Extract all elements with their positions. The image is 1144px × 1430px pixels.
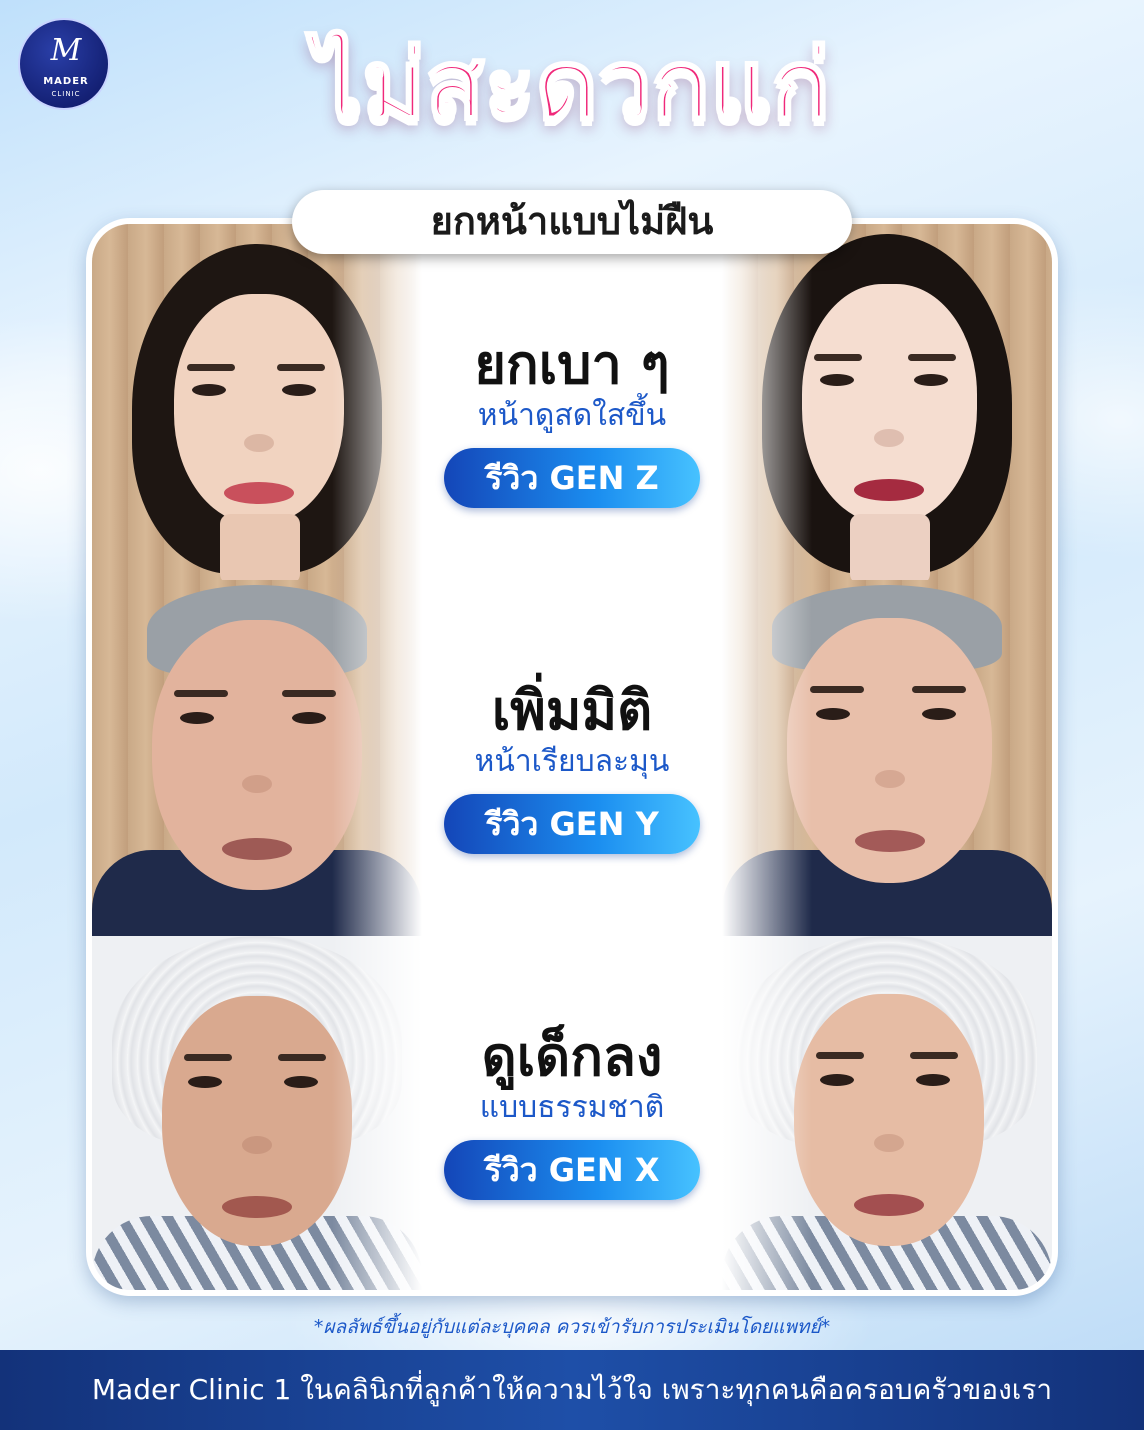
logo-name: MADER [43, 76, 89, 87]
page-subtitle: ยกหน้าแบบไม่ฝืน [292, 190, 852, 254]
review-headline: ดูเด็กลง [481, 1025, 663, 1088]
review-headline: ยกเบา ๆ [474, 333, 670, 396]
review-block-gen-y: เพิ่มมิติ หน้าเรียบละมุน รีวิว GEN Y [422, 678, 722, 854]
footer-banner: Mader Clinic 1 ในคลินิกที่ลูกค้าให้ความไ… [0, 1350, 1144, 1430]
disclaimer-text: *ผลลัพธ์ขึ้นอยู่กับแต่ละบุคคล ควรเข้ารับ… [313, 1316, 831, 1338]
review-headline: เพิ่มมิติ [491, 679, 653, 742]
after-photo-gen-z [722, 224, 1052, 580]
review-subline: หน้าเรียบละมุน [474, 744, 670, 779]
review-badge-gen-y[interactable]: รีวิว GEN Y [444, 794, 700, 854]
logo-mark: M [50, 33, 82, 68]
review-subline: แบบธรรมชาติ [479, 1090, 665, 1125]
review-badge-gen-x[interactable]: รีวิว GEN X [444, 1140, 700, 1200]
logo-sub: CLINIC [51, 90, 81, 98]
before-photo-gen-x [92, 936, 422, 1290]
after-photo-gen-y [722, 580, 1052, 936]
before-photo-gen-z [92, 224, 422, 580]
before-after-card: ยกเบา ๆ หน้าดูสดใสขึ้น รีวิว GEN Z เพิ่ม… [86, 218, 1058, 1296]
review-subline: หน้าดูสดใสขึ้น [477, 398, 667, 433]
before-photo-gen-y [92, 580, 422, 936]
clinic-logo[interactable]: M MADER CLINIC [18, 18, 110, 110]
review-block-gen-x: ดูเด็กลง แบบธรรมชาติ รีวิว GEN X [422, 1024, 722, 1200]
after-photo-gen-x [722, 936, 1052, 1290]
review-block-gen-z: ยกเบา ๆ หน้าดูสดใสขึ้น รีวิว GEN Z [422, 332, 722, 508]
review-badge-gen-z[interactable]: รีวิว GEN Z [444, 448, 700, 508]
page-title: ไม่สะดวกแก่ [312, 28, 831, 143]
